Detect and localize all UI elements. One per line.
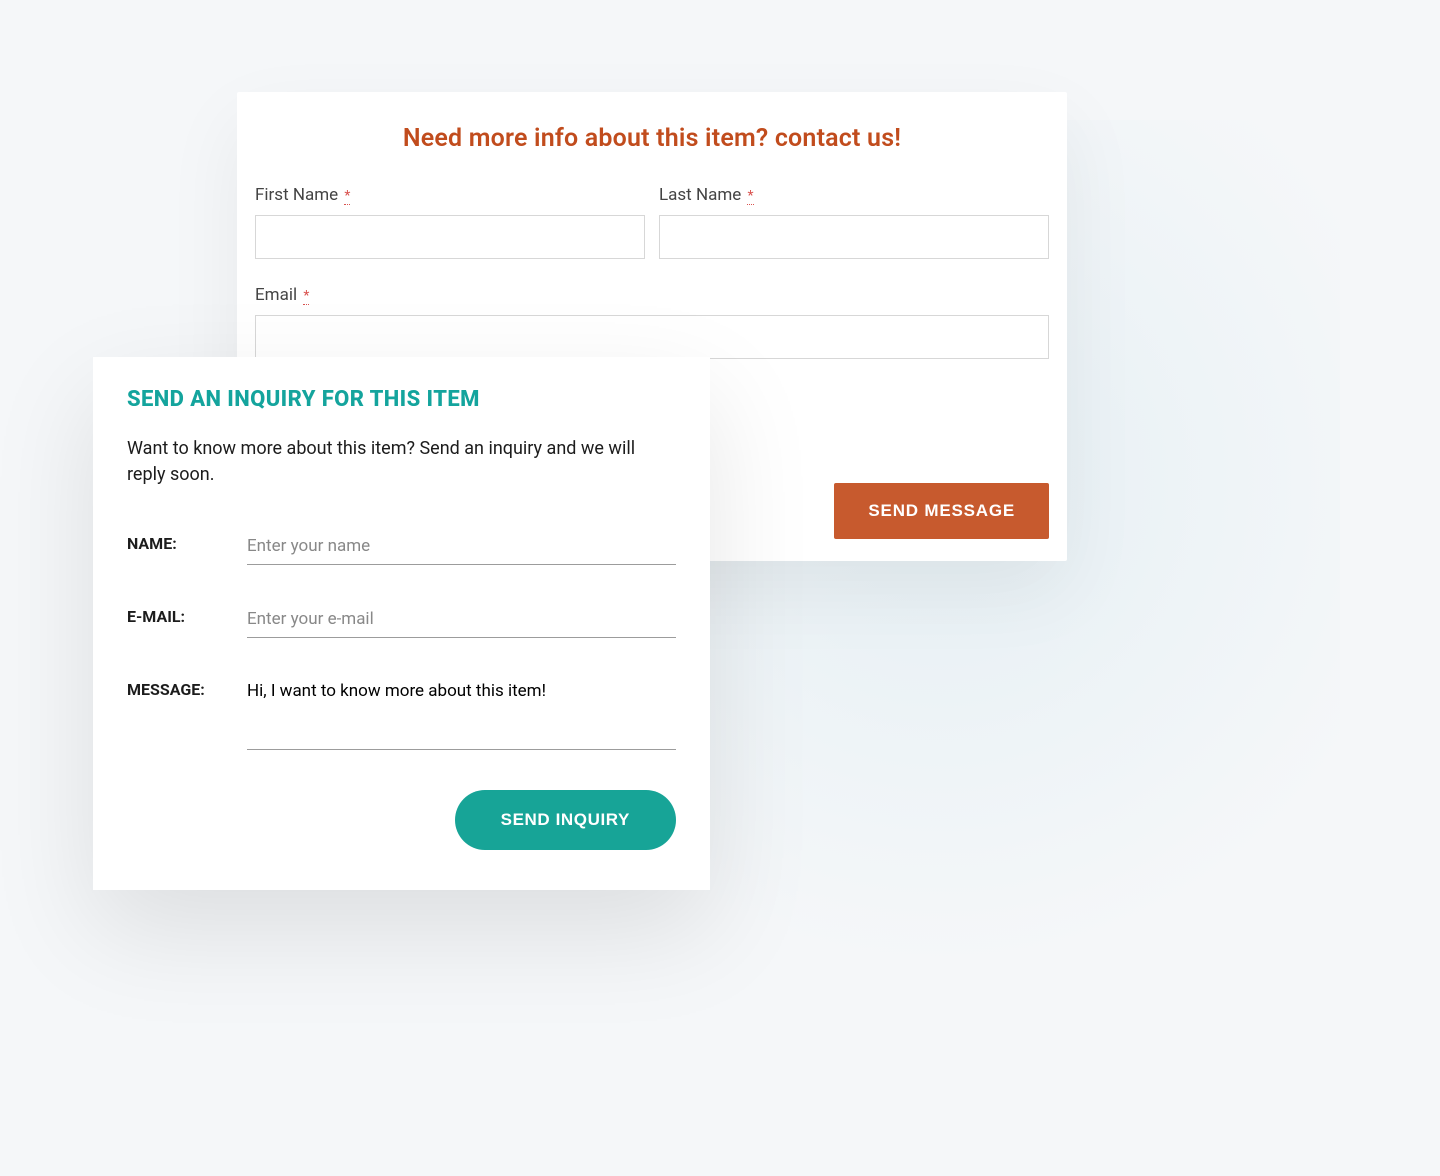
last-name-group: Last Name * <box>659 185 1049 259</box>
inquiry-name-row: NAME: <box>127 532 676 565</box>
email-label-text: Email <box>255 285 297 305</box>
last-name-input[interactable] <box>659 215 1049 259</box>
send-inquiry-button[interactable]: SEND INQUIRY <box>455 790 676 850</box>
inquiry-message-row: MESSAGE: <box>127 678 676 750</box>
inquiry-description: Want to know more about this item? Send … <box>127 436 672 488</box>
first-name-group: First Name * <box>255 185 645 259</box>
required-mark: * <box>344 188 350 205</box>
inquiry-message-label: MESSAGE: <box>127 678 247 699</box>
send-message-button[interactable]: SEND MESSAGE <box>834 483 1049 539</box>
email-label: Email * <box>255 285 1049 305</box>
inquiry-card: SEND AN INQUIRY FOR THIS ITEM Want to kn… <box>93 357 710 890</box>
inquiry-name-input[interactable] <box>247 532 676 565</box>
email-group: Email * <box>255 285 1049 359</box>
required-mark: * <box>303 288 309 305</box>
first-name-label: First Name * <box>255 185 645 205</box>
required-mark: * <box>747 188 753 205</box>
last-name-label: Last Name * <box>659 185 1049 205</box>
first-name-label-text: First Name <box>255 185 338 205</box>
inquiry-email-label: E-MAIL: <box>127 605 247 626</box>
inquiry-name-label: NAME: <box>127 532 247 553</box>
last-name-label-text: Last Name <box>659 185 741 205</box>
contact-form-title: Need more info about this item? contact … <box>255 124 1049 153</box>
name-row: First Name * Last Name * <box>255 185 1049 259</box>
inquiry-email-row: E-MAIL: <box>127 605 676 638</box>
first-name-input[interactable] <box>255 215 645 259</box>
inquiry-email-input[interactable] <box>247 605 676 638</box>
email-input[interactable] <box>255 315 1049 359</box>
inquiry-title: SEND AN INQUIRY FOR THIS ITEM <box>127 387 676 412</box>
inquiry-message-textarea[interactable] <box>247 678 676 750</box>
